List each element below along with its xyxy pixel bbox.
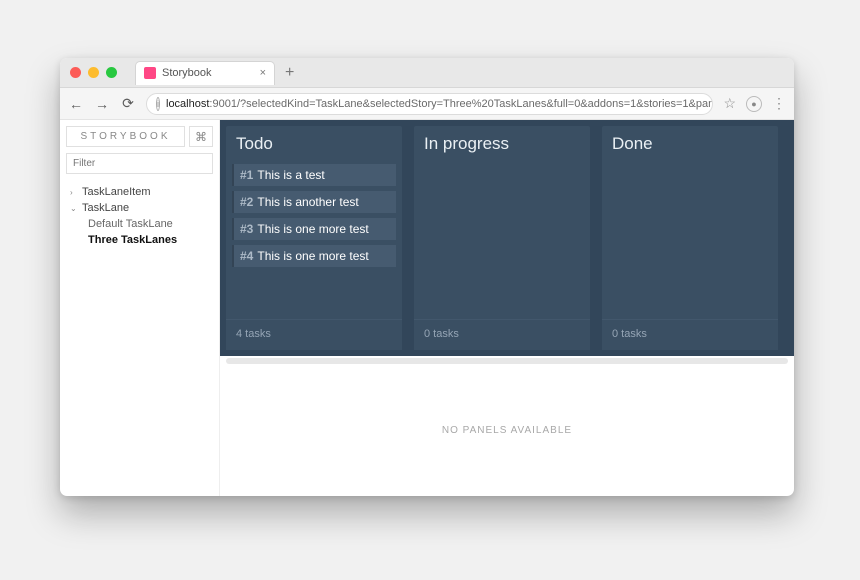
storybook-menu-button[interactable]: ⌘ (189, 126, 213, 147)
tree-label: TaskLaneItem (82, 186, 150, 198)
tab-close-icon[interactable]: × (260, 67, 266, 79)
tree-label: TaskLane (82, 202, 129, 214)
story-tree: › TaskLaneItem ⌄ TaskLane Default TaskLa… (66, 184, 213, 248)
task-text: This is another test (257, 195, 358, 209)
lane-body (414, 164, 590, 319)
lane-footer: 0 tasks (414, 319, 590, 350)
story-label: Default TaskLane (88, 218, 173, 230)
url-path: :9001/?selectedKind=TaskLane&selectedSto… (209, 98, 713, 110)
browser-window: Storybook × + ← → ⟳ i localhost :9001/?s… (60, 58, 794, 496)
page-vertical-scrollbar[interactable] (786, 122, 792, 494)
task-text: This is one more test (257, 249, 368, 263)
lane-title: In progress (414, 126, 590, 164)
tab-title: Storybook (162, 67, 212, 79)
close-window-button[interactable] (70, 67, 81, 78)
zoom-window-button[interactable] (106, 67, 117, 78)
minimize-window-button[interactable] (88, 67, 99, 78)
task-card[interactable]: #4 This is one more test (232, 245, 396, 267)
caret-right-icon: › (70, 188, 78, 197)
browser-tab[interactable]: Storybook × (135, 61, 275, 85)
storybook-main: Todo #1 This is a test #2 This is anothe… (220, 120, 794, 496)
story-item-three-tasklanes[interactable]: Three TaskLanes (66, 232, 213, 248)
story-label: Three TaskLanes (88, 234, 177, 246)
lane-body (602, 164, 778, 319)
task-id: #2 (240, 195, 253, 209)
lane-title: Done (602, 126, 778, 164)
nav-forward-button[interactable]: → (94, 96, 110, 112)
storybook-sidebar: STORYBOOK ⌘ › TaskLaneItem ⌄ TaskLane De… (60, 120, 220, 496)
task-card[interactable]: #1 This is a test (232, 164, 396, 186)
filter-input[interactable] (66, 153, 213, 174)
task-id: #4 (240, 249, 253, 263)
task-card[interactable]: #2 This is another test (232, 191, 396, 213)
lane-title: Todo (226, 126, 402, 164)
lane-todo[interactable]: Todo #1 This is a test #2 This is anothe… (226, 126, 402, 350)
url-host: localhost (166, 98, 209, 110)
task-id: #1 (240, 168, 253, 182)
tree-item-tasklane[interactable]: ⌄ TaskLane (66, 200, 213, 216)
story-item-default-tasklane[interactable]: Default TaskLane (66, 216, 213, 232)
panels-message: NO PANELS AVAILABLE (442, 425, 572, 436)
page-content: STORYBOOK ⌘ › TaskLaneItem ⌄ TaskLane De… (60, 120, 794, 496)
storybook-favicon-icon (144, 67, 156, 79)
task-text: This is a test (257, 168, 324, 182)
bookmark-star-icon[interactable]: ☆ (723, 95, 736, 112)
kanban-board: Todo #1 This is a test #2 This is anothe… (220, 120, 794, 356)
lane-body: #1 This is a test #2 This is another tes… (226, 164, 402, 319)
task-text: This is one more test (257, 222, 368, 236)
nav-back-button[interactable]: ← (68, 96, 84, 112)
addons-panel-empty: NO PANELS AVAILABLE (220, 364, 794, 496)
lane-footer: 4 tasks (226, 319, 402, 350)
profile-avatar-icon[interactable]: ● (746, 96, 762, 112)
new-tab-button[interactable]: + (285, 65, 294, 81)
task-id: #3 (240, 222, 253, 236)
address-bar[interactable]: i localhost :9001/?selectedKind=TaskLane… (146, 93, 713, 115)
lane-done[interactable]: Done 0 tasks (602, 126, 778, 350)
tree-item-tasklaneitem[interactable]: › TaskLaneItem (66, 184, 213, 200)
site-info-icon[interactable]: i (156, 97, 160, 111)
lane-footer: 0 tasks (602, 319, 778, 350)
lane-in-progress[interactable]: In progress 0 tasks (414, 126, 590, 350)
window-titlebar: Storybook × + (60, 58, 794, 88)
window-controls (70, 67, 117, 78)
browser-menu-icon[interactable]: ⋮ (772, 95, 786, 112)
browser-toolbar: ← → ⟳ i localhost :9001/?selectedKind=Ta… (60, 88, 794, 120)
caret-down-icon: ⌄ (70, 204, 78, 213)
task-card[interactable]: #3 This is one more test (232, 218, 396, 240)
nav-reload-button[interactable]: ⟳ (120, 95, 136, 112)
storybook-logo[interactable]: STORYBOOK (66, 126, 185, 147)
